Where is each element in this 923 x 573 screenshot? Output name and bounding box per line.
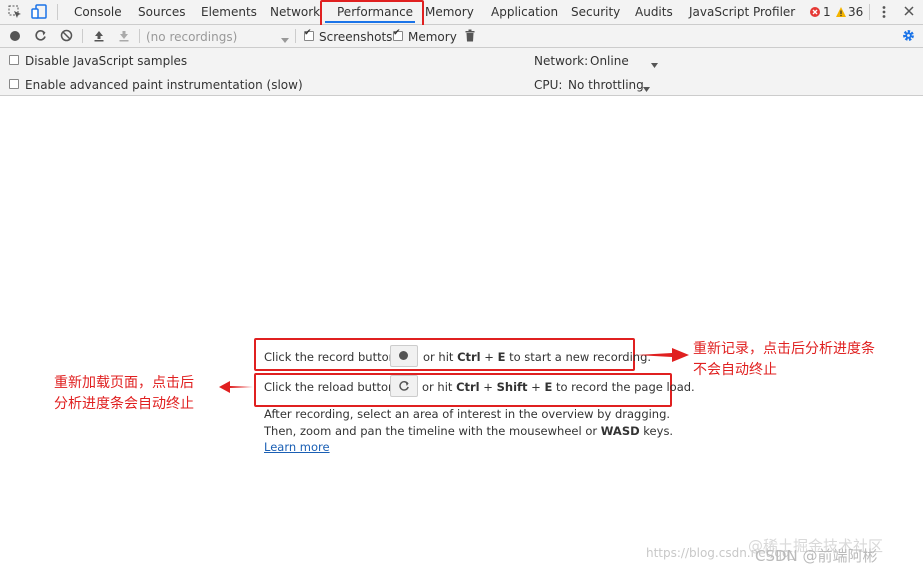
right-annotation-line2: 不会自动终止	[693, 362, 777, 378]
toolbar-divider-2	[139, 29, 140, 43]
reload-hint-prefix: Click the reload button	[264, 380, 396, 394]
tab-console[interactable]: Console	[74, 5, 122, 19]
reload-record-icon[interactable]	[34, 29, 47, 42]
record-key-ctrl: Ctrl	[457, 350, 481, 364]
left-annotation-line2: 分析进度条会自动终止	[54, 396, 194, 412]
tab-memory[interactable]: Memory	[425, 5, 474, 19]
cpu-throttle-label: CPU:	[534, 78, 563, 92]
record-or-hit: or hit	[423, 350, 458, 364]
landing-record-button[interactable]	[390, 345, 418, 367]
clear-icon[interactable]	[60, 29, 73, 42]
record-hint: Click the record button	[264, 350, 396, 364]
reload-hint: Click the reload button	[264, 380, 395, 394]
left-arrow-annotation	[219, 381, 253, 393]
left-annotation-line1: 重新加载页面，点击后	[54, 375, 194, 391]
performance-toolbar: (no recordings) Screenshots Memory	[0, 25, 923, 48]
tab-audits[interactable]: Audits	[635, 5, 673, 19]
enable-paint-label: Enable advanced paint instrumentation (s…	[25, 78, 303, 92]
after-line2-text: Then, zoom and pan the timeline with the…	[264, 424, 601, 438]
error-count[interactable]: 1	[823, 5, 831, 19]
reload-key-ctrl: Ctrl	[456, 380, 480, 394]
disable-js-samples-label: Disable JavaScript samples	[25, 54, 188, 68]
learn-more-link[interactable]: Learn more	[264, 440, 330, 454]
right-arrow-annotation	[636, 348, 689, 362]
record-dot-icon	[399, 351, 408, 360]
screenshots-checkbox[interactable]	[304, 28, 314, 41]
save-profile-icon[interactable]	[118, 29, 130, 42]
tab-security[interactable]: Security	[571, 5, 620, 19]
network-throttle-select[interactable]: Online	[590, 54, 629, 68]
more-options-icon[interactable]	[881, 5, 887, 19]
warning-icon	[835, 6, 847, 18]
record-plus: +	[480, 350, 498, 364]
warning-count[interactable]: 36	[848, 5, 863, 19]
capture-settings-pane: Disable JavaScript samples Enable advanc…	[0, 48, 923, 96]
settings-gear-icon[interactable]	[902, 29, 915, 42]
reload-plus-1: +	[479, 380, 497, 394]
reload-or-hit: or hit	[422, 380, 457, 394]
screenshots-label: Screenshots	[319, 30, 393, 44]
error-icon	[810, 7, 820, 17]
reload-icon	[399, 381, 409, 391]
device-toolbar-icon[interactable]	[31, 4, 47, 20]
trash-icon[interactable]	[465, 29, 475, 42]
network-chevron-down-icon[interactable]	[651, 57, 658, 68]
record-hint-prefix: Click the record button	[264, 350, 396, 364]
tab-javascript-profiler[interactable]: JavaScript Profiler	[689, 5, 795, 19]
close-devtools-icon[interactable]	[903, 5, 915, 17]
record-start-text: to start a new recording.	[505, 350, 652, 364]
toolbar-divider-3	[295, 29, 296, 43]
load-profile-icon[interactable]	[93, 29, 105, 42]
reload-plus-2: +	[527, 380, 545, 394]
cpu-chevron-down-icon[interactable]	[643, 81, 650, 92]
memory-label: Memory	[408, 30, 457, 44]
tab-elements[interactable]: Elements	[201, 5, 257, 19]
chevron-down-icon[interactable]	[281, 33, 289, 43]
right-annotation-line1: 重新记录，点击后分析进度条	[693, 341, 875, 357]
network-throttle-label: Network:	[534, 54, 589, 68]
toolbar-divider	[82, 29, 83, 43]
reload-key-shift: Shift	[496, 380, 528, 394]
recordings-select[interactable]: (no recordings)	[146, 30, 237, 44]
inspect-element-icon[interactable]	[8, 5, 22, 19]
tab-application[interactable]: Application	[491, 5, 558, 19]
after-recording-line1: After recording, select an area of inter…	[264, 407, 671, 421]
reload-shortcut: or hit Ctrl + Shift + E to record the pa…	[422, 380, 695, 394]
record-shortcut: or hit Ctrl + E to start a new recording…	[423, 350, 651, 364]
tabbar-divider	[57, 4, 58, 20]
devtools-tab-bar: Console Sources Elements Network Perform…	[0, 0, 923, 29]
landing-reload-button[interactable]	[390, 375, 418, 397]
reload-load-text: to record the page load.	[552, 380, 695, 394]
disable-js-samples-checkbox[interactable]	[9, 55, 19, 65]
cpu-throttle-select[interactable]: No throttling	[568, 78, 644, 92]
after-recording-line2: Then, zoom and pan the timeline with the…	[264, 424, 673, 438]
record-icon[interactable]	[10, 31, 20, 41]
tab-sources[interactable]: Sources	[138, 5, 185, 19]
enable-paint-checkbox[interactable]	[9, 79, 19, 89]
after-line2-keys: keys.	[639, 424, 674, 438]
csdn-watermark: CSDN @前端阿彬	[755, 547, 878, 565]
memory-checkbox[interactable]	[393, 28, 403, 41]
tab-network[interactable]: Network	[270, 5, 320, 19]
tabbar-divider-right	[869, 4, 870, 20]
wasd-key: WASD	[600, 424, 640, 438]
